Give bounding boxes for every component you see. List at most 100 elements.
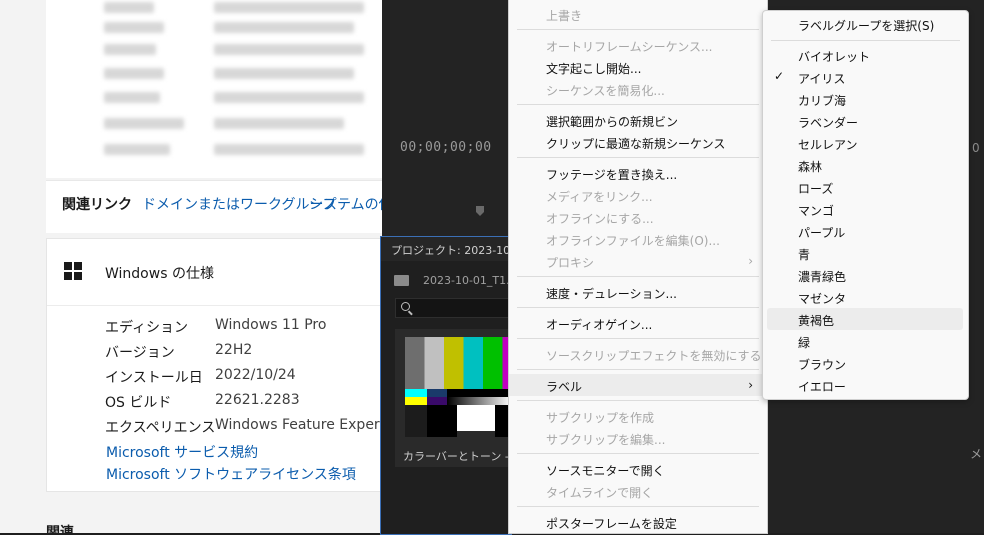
menu-item-label: オフラインファイルを編集(O)...: [546, 234, 720, 248]
spec-value: 22H2: [215, 342, 253, 358]
menu-item-label: クリップに最適な新規シーケンス: [546, 137, 726, 151]
menu-separator: [771, 40, 960, 41]
panel-label-fragment: メ: [970, 447, 983, 461]
context-menu-item[interactable]: 速度・デュレーション...: [509, 281, 767, 303]
menu-item-label: 文字起こし開始...: [546, 62, 642, 76]
windows-settings-panel: 関連リンク ドメインまたはワークグループ システムの保 Windows の仕様 …: [0, 0, 382, 533]
select-label-group-item[interactable]: ラベルグループを選択(S): [763, 13, 968, 35]
project-panel-header[interactable]: プロジェクト: 2023-10-: [381, 237, 514, 261]
label-color-item[interactable]: ローズ: [763, 176, 968, 198]
label-color-item[interactable]: バイオレット: [763, 44, 968, 66]
menu-item-label: サブクリップを編集...: [546, 433, 666, 447]
menu-item-label: ブラウン: [798, 358, 847, 372]
menu-separator: [517, 307, 759, 308]
menu-item-label: マンゴ: [798, 204, 835, 218]
menu-item-label: カリブ海: [798, 94, 847, 108]
label-color-item[interactable]: ラベンダー: [763, 110, 968, 132]
menu-item-label: ポスターフレームを設定: [546, 517, 677, 531]
menu-item-label: ラベルグループを選択(S): [798, 19, 935, 33]
menu-item-label: 緑: [798, 336, 811, 350]
menu-item-label: マゼンタ: [798, 292, 847, 306]
label-color-item[interactable]: 濃青緑色: [763, 264, 968, 286]
spec-key: OS ビルド: [105, 395, 172, 411]
menu-item-label: メディアをリンク...: [546, 190, 653, 204]
related-links-row: 関連リンク ドメインまたはワークグループ システムの保: [46, 180, 382, 233]
clip-thumbnail[interactable]: カラーバーとトーン -: [395, 329, 522, 467]
context-menu-item: プロキシ ›: [509, 250, 767, 272]
menu-separator: [517, 453, 759, 454]
spec-title: Windows の仕様: [105, 266, 214, 282]
timecode-display[interactable]: 00;00;00;00: [400, 140, 492, 155]
menu-separator: [517, 104, 759, 105]
context-menu-item[interactable]: ポスターフレームを設定: [509, 511, 767, 533]
clip-context-menu: 上書きオートリフレームシーケンス... 文字起こし開始... シーケンスを簡易化..…: [508, 0, 768, 534]
blurred-info-card: [46, 0, 382, 178]
chevron-right-icon: ›: [748, 378, 753, 392]
label-color-item[interactable]: セルレアン: [763, 132, 968, 154]
menu-item-label: バイオレット: [798, 50, 871, 64]
system-protection-link[interactable]: システムの保: [309, 194, 382, 214]
folder-icon: [394, 275, 409, 286]
label-color-item[interactable]: イエロー: [763, 374, 968, 396]
label-color-item[interactable]: マンゴ: [763, 198, 968, 220]
project-search-input[interactable]: [395, 298, 513, 318]
label-color-item[interactable]: ブラウン: [763, 352, 968, 374]
label-color-item[interactable]: ✓ アイリス: [763, 66, 968, 88]
divider: [47, 305, 382, 306]
service-agreement-link[interactable]: Microsoft サービス規約: [106, 442, 258, 462]
label-color-item[interactable]: パープル: [763, 220, 968, 242]
context-menu-item: オフラインにする...: [509, 206, 767, 228]
context-menu-item[interactable]: ソースモニターで開く: [509, 458, 767, 480]
label-color-item[interactable]: 森林: [763, 154, 968, 176]
checkmark-icon: ✓: [774, 69, 785, 83]
context-menu-item: オフラインファイルを編集(O)...: [509, 228, 767, 250]
context-menu-item: 上書き: [509, 3, 767, 25]
spec-key: インストール日: [105, 370, 203, 386]
menu-separator: [517, 157, 759, 158]
menu-separator: [517, 276, 759, 277]
label-color-item[interactable]: 黄褐色: [767, 308, 963, 330]
label-color-item[interactable]: マゼンタ: [763, 286, 968, 308]
context-menu-item[interactable]: 選択範囲からの新規ビン: [509, 109, 767, 131]
timecode-fragment: 0: [972, 141, 980, 155]
context-menu-item[interactable]: フッテージを置き換え...: [509, 162, 767, 184]
menu-item-label: タイムラインで開く: [546, 486, 654, 500]
menu-item-label: オートリフレームシーケンス...: [546, 40, 713, 54]
menu-item-label: セルレアン: [798, 138, 858, 152]
related-links-label: 関連リンク: [62, 197, 132, 213]
menu-separator: [517, 369, 759, 370]
license-terms-link[interactable]: Microsoft ソフトウェアライセンス条項: [106, 464, 356, 484]
context-menu-item: シーケンスを簡易化...: [509, 78, 767, 100]
domain-workgroup-link[interactable]: ドメインまたはワークグループ: [142, 194, 337, 214]
spec-key: バージョン: [105, 345, 175, 361]
windows-logo-icon: [64, 262, 82, 280]
menu-item-label: 黄褐色: [798, 314, 835, 328]
label-submenu: ラベルグループを選択(S) バイオレット ✓ アイリスカリブ海ラベンダーセルレアン森…: [762, 10, 969, 400]
windows-spec-card: Windows の仕様 エディション Windows 11 Pro バージョン …: [46, 238, 382, 492]
color-bars-image: [405, 337, 522, 437]
context-menu-item[interactable]: ラベル ›: [509, 374, 767, 396]
menu-item-label: ソースモニターで開く: [546, 464, 665, 478]
label-color-item[interactable]: 青: [763, 242, 968, 264]
label-color-item[interactable]: 緑: [763, 330, 968, 352]
context-menu-item[interactable]: クリップに最適な新規シーケンス: [509, 131, 767, 153]
context-menu-item[interactable]: 文字起こし開始...: [509, 56, 767, 78]
context-menu-item: ソースクリップエフェクトを無効にする: [509, 343, 767, 365]
menu-item-label: ソースクリップエフェクトを無効にする: [546, 349, 762, 363]
menu-item-label: オーディオゲイン...: [546, 318, 653, 332]
menu-item-label: ラベル: [546, 380, 583, 394]
menu-item-label: 森林: [798, 160, 823, 174]
project-panel: プロジェクト: 2023-10- 2023-10-01_T1.p カラーバーとト…: [380, 236, 522, 535]
menu-item-label: パープル: [798, 226, 846, 240]
context-menu-item[interactable]: オーディオゲイン...: [509, 312, 767, 334]
search-icon: [401, 302, 410, 311]
color-bar: [463, 337, 483, 389]
clip-name: カラーバーとトーン -: [403, 450, 509, 463]
color-bar: [483, 337, 503, 389]
menu-separator: [517, 400, 759, 401]
label-color-item[interactable]: カリブ海: [763, 88, 968, 110]
menu-item-label: ローズ: [798, 182, 834, 196]
chevron-right-icon: ›: [748, 254, 753, 268]
spec-value: 2022/10/24: [215, 367, 296, 383]
color-bar: [444, 337, 464, 389]
